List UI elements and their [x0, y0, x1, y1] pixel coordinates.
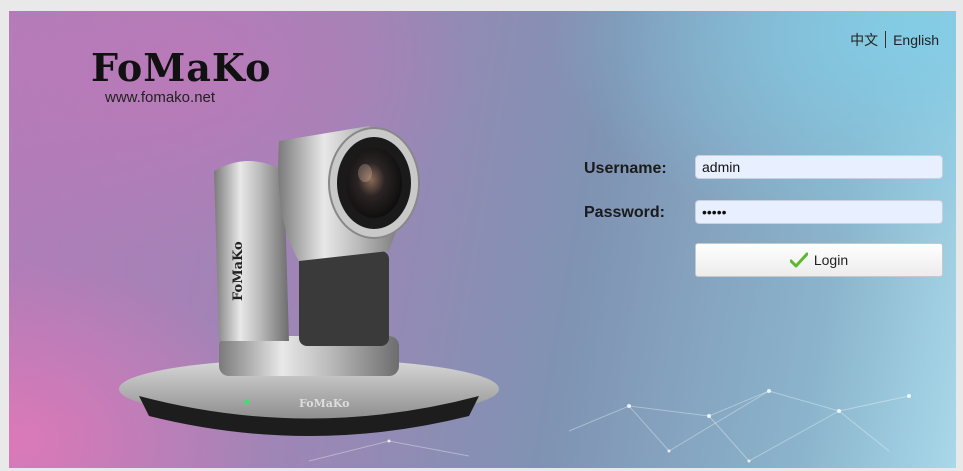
brand-logo: FoMaKo [91, 45, 272, 90]
camera-image: FoMaKo FoMaKo [119, 126, 499, 436]
language-switcher: 中文 English [850, 30, 939, 50]
password-input[interactable] [695, 200, 943, 224]
language-english-link[interactable]: English [893, 32, 939, 48]
login-button[interactable]: Login [695, 243, 943, 277]
login-button-label: Login [813, 252, 849, 268]
password-label: Password: [584, 204, 665, 221]
brand-url: www.fomako.net [105, 89, 216, 106]
checkmark-icon [789, 252, 808, 268]
arm-brand-label: FoMaKo [231, 241, 246, 301]
username-label: Username: [584, 160, 667, 177]
base-brand-label: FoMaKo [299, 397, 350, 410]
username-input[interactable] [695, 155, 943, 179]
language-divider [885, 31, 887, 48]
language-chinese-link[interactable]: 中文 [850, 32, 878, 48]
login-page: 中文 English FoMaKo www.fomako.net FoMaKo F… [9, 11, 956, 468]
